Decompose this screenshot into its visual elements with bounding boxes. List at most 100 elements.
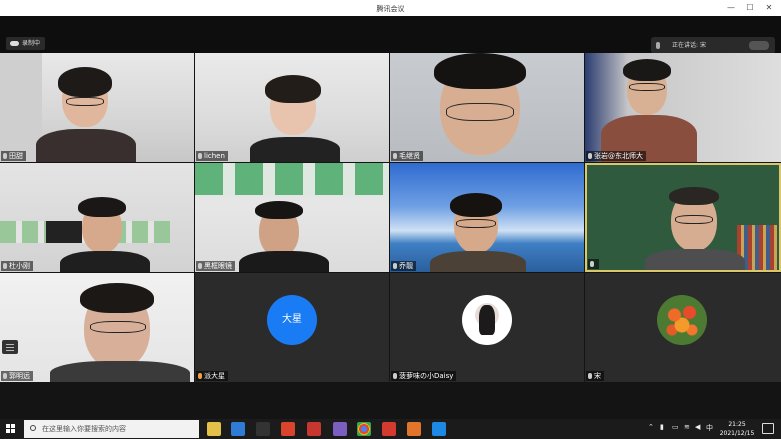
- chrome-icon[interactable]: [357, 422, 371, 436]
- cloud-icon: [10, 41, 19, 46]
- recording-indicator[interactable]: 录制中: [6, 37, 46, 50]
- participant-body: [50, 361, 190, 382]
- participant-hair: [58, 67, 112, 97]
- participant-name: 黑框眼镜: [204, 262, 232, 270]
- mic-icon: [590, 261, 594, 267]
- participant-name: 宋: [594, 372, 601, 380]
- video-tile[interactable]: 乔靓: [390, 163, 584, 272]
- avatar: 大星: [267, 295, 317, 345]
- mic-icon: [198, 263, 202, 269]
- participant-name-tag: 郭明远: [1, 371, 33, 381]
- participant-body: [60, 251, 150, 272]
- video-tile[interactable]: 杜小刚: [0, 163, 194, 272]
- mic-icon: [588, 373, 592, 379]
- glasses: [675, 215, 713, 224]
- close-button[interactable]: ✕: [762, 2, 776, 14]
- speaking-name: 宋: [700, 42, 707, 49]
- avatar-tile[interactable]: 菠萝味の小Daisy: [390, 273, 584, 382]
- avatar: [657, 295, 707, 345]
- recording-label: 录制中: [22, 40, 41, 47]
- mic-icon: [393, 373, 397, 379]
- video-tile[interactable]: 毛继贤: [390, 53, 584, 162]
- video-tile[interactable]: lichen: [195, 53, 389, 162]
- video-tile[interactable]: 田甜: [0, 53, 194, 162]
- participant-name-tag: lichen: [196, 151, 228, 161]
- file-explorer-icon[interactable]: [207, 422, 221, 436]
- search-icon: [30, 425, 36, 431]
- mic-icon: [393, 153, 397, 159]
- mic-icon: [393, 263, 397, 269]
- wall-posters: [195, 163, 389, 195]
- participant-name-tag: 田甜: [1, 151, 26, 161]
- participant-hair: [265, 75, 321, 103]
- tray-chevron-icon[interactable]: ⌃: [648, 423, 654, 431]
- participant-body: [645, 249, 745, 270]
- participant-name: 派大星: [204, 372, 225, 380]
- video-tile[interactable]: 郭明远: [0, 273, 194, 382]
- app-icon[interactable]: [256, 422, 270, 436]
- maximize-button[interactable]: ☐: [743, 2, 757, 14]
- avatar: [462, 295, 512, 345]
- glasses: [90, 321, 146, 333]
- avatar-tile[interactable]: 大星 派大星: [195, 273, 389, 382]
- tray-wifi-icon[interactable]: ≋: [684, 423, 690, 431]
- avatar-icon: [198, 373, 202, 379]
- participant-name: 菠萝味の小Daisy: [399, 372, 454, 380]
- sidebar-toggle-icon[interactable]: [2, 340, 18, 354]
- participant-body: [239, 251, 329, 272]
- glasses: [66, 97, 104, 106]
- participant-hair: [623, 59, 671, 81]
- window-titlebar: 腾讯会议 — ☐ ✕: [0, 0, 781, 16]
- app-icon[interactable]: [231, 422, 245, 436]
- video-tile[interactable]: 张岩@东北师大: [585, 53, 781, 162]
- participant-hair: [450, 193, 502, 217]
- participant-name-tag: 菠萝味の小Daisy: [391, 371, 457, 381]
- mic-icon: [3, 153, 7, 159]
- search-placeholder: 在这里输入你要搜索的内容: [42, 425, 126, 433]
- app-icon[interactable]: [307, 422, 321, 436]
- notification-icon[interactable]: [762, 423, 774, 434]
- participant-body: [430, 251, 526, 272]
- matlab-icon[interactable]: [407, 422, 421, 436]
- minimize-button[interactable]: —: [724, 2, 738, 14]
- participant-name-tag: [588, 259, 599, 269]
- mic-icon: [656, 42, 660, 49]
- speaking-indicator: 正在讲话: 宋: [651, 37, 775, 54]
- participant-hair: [669, 187, 719, 205]
- taskbar-search-box[interactable]: 在这里输入你要搜索的内容: [24, 420, 199, 438]
- tencent-meeting-icon[interactable]: [432, 422, 446, 436]
- window-title: 腾讯会议: [376, 5, 405, 13]
- app-icon[interactable]: [333, 422, 347, 436]
- app-icon[interactable]: [281, 422, 295, 436]
- participant-name-tag: 杜小刚: [1, 261, 33, 271]
- wall-screen: [46, 221, 82, 243]
- participant-name: 田甜: [9, 152, 23, 160]
- taskbar-clock[interactable]: 21:25 2021/12/15: [717, 420, 757, 438]
- participant-name: 毛继贤: [399, 152, 420, 160]
- participant-name-tag: 派大星: [196, 371, 228, 381]
- avatar-tile[interactable]: 宋: [585, 273, 781, 382]
- tray-mic-icon[interactable]: ▮: [660, 423, 664, 431]
- tray-volume-icon[interactable]: ◀: [695, 423, 700, 431]
- participant-body: [250, 137, 340, 162]
- avatar-initials: 大星: [282, 314, 302, 325]
- mic-icon: [3, 373, 7, 379]
- clock-date: 2021/12/15: [719, 430, 755, 437]
- mic-icon: [588, 153, 592, 159]
- input-method-label[interactable]: 中: [706, 423, 713, 433]
- video-tile-active-speaker[interactable]: [585, 163, 781, 272]
- participant-hair: [255, 201, 303, 219]
- app-icon[interactable]: [382, 422, 396, 436]
- speaker-avatars: [749, 41, 769, 50]
- participant-name: 乔靓: [399, 262, 413, 270]
- glasses: [456, 219, 496, 228]
- video-tile[interactable]: 黑框眼镜: [195, 163, 389, 272]
- glasses: [629, 83, 665, 91]
- participant-name-tag: 乔靓: [391, 261, 416, 271]
- participant-name-tag: 黑框眼镜: [196, 261, 235, 271]
- tray-network-icon[interactable]: ▭: [672, 423, 679, 431]
- windows-start-icon[interactable]: [6, 424, 16, 434]
- participant-body: [36, 129, 136, 162]
- participant-hair: [434, 53, 526, 89]
- mic-icon: [3, 263, 7, 269]
